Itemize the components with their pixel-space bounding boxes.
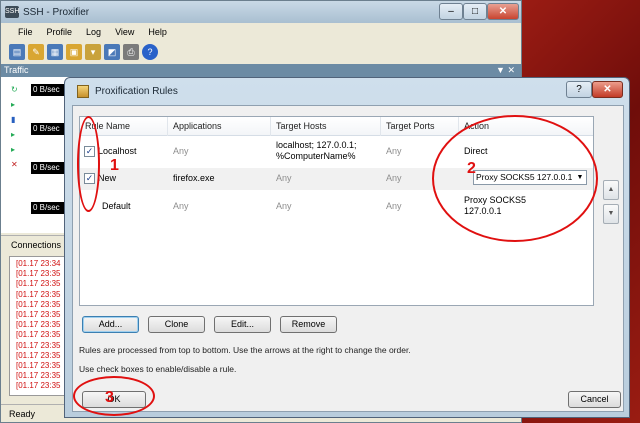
menu-help[interactable]: Help [141,25,174,41]
log-line: [01.17 23:35 [16,299,61,309]
rule-target-hosts: localhost; 127.0.0.1; [276,140,357,150]
menu-view[interactable]: View [108,25,141,41]
traffic-panel-header: Traffic ▼ ✕ [1,64,521,77]
annotation-number: 2 [467,160,476,177]
annotation-ring-ok [73,376,155,416]
arrow-icon: ▸ [11,100,16,109]
log-line: [01.17 23:35 [16,381,61,391]
rule-target-ports: Any [386,146,402,156]
rule-applications: firefox.exe [173,173,215,183]
rule-name: Default [102,201,131,211]
connection-icon: ▮ [11,115,16,124]
log-line: [01.17 23:35 [16,320,61,330]
annotation-ring-action [432,115,598,242]
new-profile-icon[interactable]: ✎ [28,44,44,60]
annotation-ring-checkboxes [77,116,100,212]
log-panel: [01.17 23:34 [01.17 23:35 [01.17 23:35 [… [9,256,69,396]
log-line: [01.17 23:35 [16,371,61,381]
rule-applications: Any [173,146,189,156]
log-line: [01.17 23:35 [16,330,61,340]
column-target-hosts[interactable]: Target Hosts [271,117,381,136]
maximize-button[interactable]: □ [463,3,487,20]
print-icon[interactable]: ⎙ [123,44,139,60]
main-window-title: SSH - Proxifier [23,6,90,18]
close-button[interactable]: ✕ [592,81,623,98]
minimize-button[interactable]: – [439,3,463,20]
rule-applications: Any [173,201,189,211]
help-button[interactable]: ? [566,81,592,98]
panel-controls[interactable]: ▼ ✕ [496,64,515,77]
speed-readout: 0 B/sec [31,162,67,174]
menu-bar: File Profile Log View Help [1,25,174,41]
connections-label: Connections [11,240,62,250]
clone-button[interactable]: Clone [148,316,205,333]
save-icon[interactable]: ▣ [66,44,82,60]
cancel-button[interactable]: Cancel [568,391,621,408]
delete-icon[interactable]: ✕ [11,160,29,172]
info-order-text: Rules are processed from top to bottom. … [79,345,411,355]
menu-log[interactable]: Log [79,25,108,41]
column-target-ports[interactable]: Target Ports [381,117,459,136]
status-text: Ready [9,409,36,419]
remove-button[interactable]: Remove [280,316,337,333]
log-line: [01.17 23:35 [16,279,61,289]
move-down-button[interactable]: ▼ [603,204,619,224]
annotation-number: 3 [105,389,114,406]
arrow-icon: ▸ [11,130,16,139]
speed-readout: 0 B/sec [31,202,67,214]
menu-profile[interactable]: Profile [40,25,80,41]
import-icon[interactable]: ▾ [85,44,101,60]
move-up-button[interactable]: ▲ [603,180,619,200]
arrow-icon: ▸ [11,145,16,154]
log-line: [01.17 23:35 [16,361,61,371]
annotation-number: 1 [110,157,119,174]
rule-target-hosts: Any [276,173,292,183]
info-checkbox-text: Use check boxes to enable/disable a rule… [79,364,237,374]
dialog-title-bar: Proxification Rules [65,78,629,104]
log-line: [01.17 23:35 [16,310,61,320]
speed-readout: 0 B/sec [31,84,67,96]
log-line: [01.17 23:35 [16,289,61,299]
refresh-icon[interactable]: ↻ [11,85,29,97]
add-button[interactable]: Add... [82,316,139,333]
rule-target-hosts: %ComputerName% [276,151,356,161]
ssh-app-icon: SSH [5,6,19,18]
toolbar: ▤ ✎ ▦ ▣ ▾ ◩ ⎙ ? [9,42,158,62]
profile-icon[interactable]: ▤ [9,44,25,60]
log-line: [01.17 23:35 [16,340,61,350]
export-icon[interactable]: ◩ [104,44,120,60]
rules-icon [77,84,89,98]
speed-readout: 0 B/sec [31,123,67,135]
help-icon[interactable]: ? [142,44,158,60]
log-line: [01.17 23:34 [16,259,61,268]
rule-target-ports: Any [386,173,402,183]
menu-file[interactable]: File [11,25,40,41]
log-line: [01.17 23:35 [16,350,61,360]
edit-button[interactable]: Edit... [214,316,271,333]
rule-target-ports: Any [386,201,402,211]
main-close-button[interactable]: ✕ [487,3,519,20]
dialog-title: Proxification Rules [95,85,178,97]
main-title-bar: SSH SSH - Proxifier – □ ✕ [1,1,521,23]
traffic-label: Traffic [4,65,29,75]
traffic-icons: ↻ ▸ ▮ ▸ ▸ ✕ [11,85,29,175]
log-line: [01.17 23:35 [16,269,61,279]
open-icon[interactable]: ▦ [47,44,63,60]
rule-target-hosts: Any [276,201,292,211]
column-applications[interactable]: Applications [168,117,271,136]
